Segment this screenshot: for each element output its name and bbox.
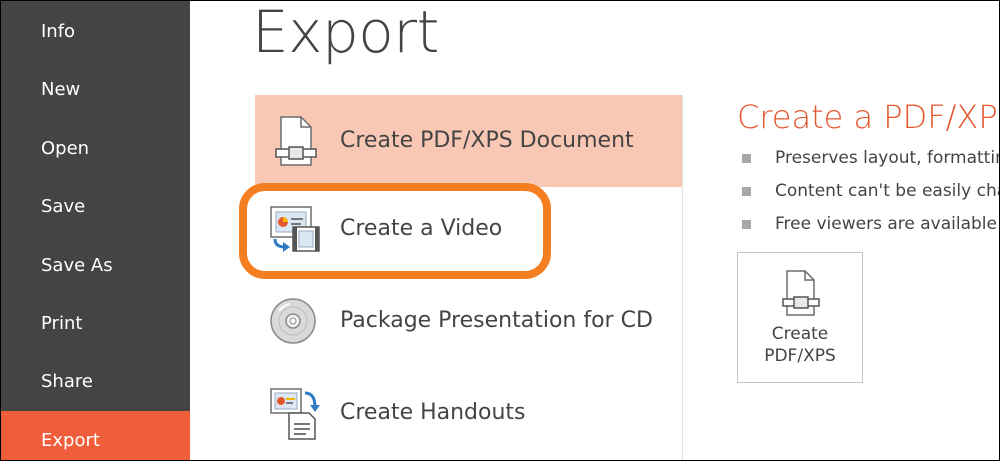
sidebar-item-info[interactable]: Info xyxy=(0,4,190,60)
page-title: Export xyxy=(252,0,439,66)
pdf-document-icon xyxy=(267,113,323,169)
option-create-pdf-xps[interactable]: Create PDF/XPS Document xyxy=(255,95,682,187)
option-label: Create Handouts xyxy=(340,400,526,425)
pdf-document-icon xyxy=(779,269,823,317)
create-pdf-xps-button-label: Create PDF/XPS xyxy=(764,324,836,366)
option-create-handouts[interactable]: Create Handouts xyxy=(255,367,682,459)
sidebar-item-open[interactable]: Open xyxy=(0,121,190,177)
option-package-for-cd[interactable]: Package Presentation for CD xyxy=(255,275,682,367)
handouts-icon xyxy=(267,385,323,441)
sidebar-item-save-as[interactable]: Save As xyxy=(0,238,190,294)
bullet-square-icon xyxy=(742,154,751,163)
create-pdf-xps-button[interactable]: Create PDF/XPS xyxy=(737,252,863,383)
detail-title: Create a PDF/XPS xyxy=(737,98,1000,136)
sidebar-item-new[interactable]: New xyxy=(0,62,190,118)
pane-divider xyxy=(682,95,683,461)
sidebar-item-export[interactable]: Export xyxy=(0,411,190,461)
sidebar-item-print[interactable]: Print xyxy=(0,296,190,352)
bullet-square-icon xyxy=(742,220,751,229)
bullet-square-icon xyxy=(742,187,751,196)
option-label: Package Presentation for CD xyxy=(340,308,653,333)
highlight-ring xyxy=(239,183,551,279)
option-label: Create PDF/XPS Document xyxy=(340,128,634,153)
sidebar-item-share[interactable]: Share xyxy=(0,354,190,410)
sidebar-item-save[interactable]: Save xyxy=(0,179,190,235)
cd-icon xyxy=(267,293,323,349)
backstage-sidebar: Info New Open Save Save As Print Share E… xyxy=(0,0,190,461)
